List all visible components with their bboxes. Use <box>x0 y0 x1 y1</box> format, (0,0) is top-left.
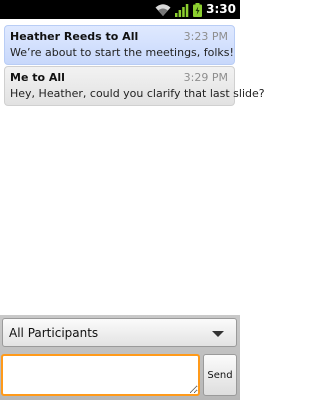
message-time: 3:29 PM <box>183 71 228 84</box>
send-button[interactable]: Send <box>203 354 237 396</box>
message-time: 3:23 PM <box>183 30 228 43</box>
composer-panel: All Participants Send <box>0 315 240 400</box>
chat-message[interactable]: Heather Reeds to All 3:23 PM We’re about… <box>4 25 235 65</box>
message-sender: Me to All <box>10 71 65 84</box>
wifi-icon <box>155 3 171 16</box>
recipient-dropdown[interactable]: All Participants <box>2 318 237 347</box>
chevron-down-icon <box>212 331 224 337</box>
signal-icon <box>175 3 189 17</box>
message-text: We’re about to start the meetings, folks… <box>10 46 234 59</box>
status-icons: 3:30 <box>155 2 236 17</box>
message-sender: Heather Reeds to All <box>10 30 139 43</box>
battery-icon <box>193 2 203 17</box>
chat-message[interactable]: Me to All 3:29 PM Hey, Heather, could yo… <box>4 66 265 106</box>
message-text: Hey, Heather, could you clarify that las… <box>10 87 265 100</box>
status-bar: 3:30 <box>0 0 240 19</box>
chat-message-list[interactable]: Heather Reeds to All 3:23 PM We’re about… <box>0 19 265 315</box>
recipient-selected: All Participants <box>9 326 99 340</box>
status-time: 3:30 <box>206 2 236 16</box>
message-input[interactable] <box>1 354 200 396</box>
